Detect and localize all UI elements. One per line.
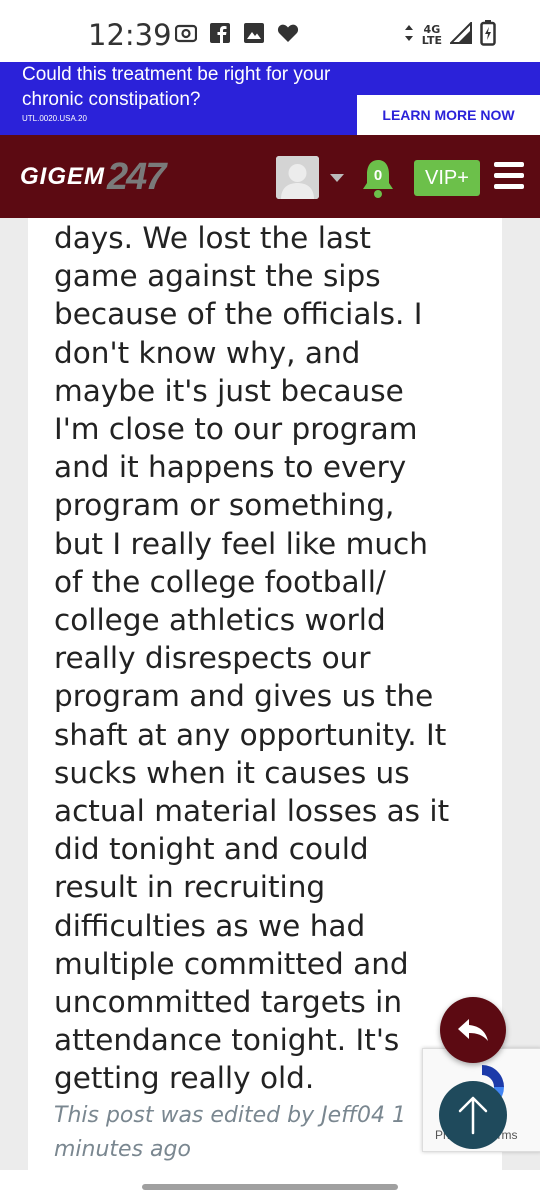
notifications-bell-icon[interactable]: 0 <box>360 157 396 201</box>
network-sub-label: LTE <box>421 34 442 47</box>
site-logo[interactable]: GIGEM 247 <box>20 155 166 198</box>
ad-cta-button[interactable]: LEARN MORE NOW <box>357 95 540 135</box>
hamburger-menu-icon[interactable] <box>494 162 524 190</box>
post-body: days. We lost the last game against the … <box>54 221 450 1096</box>
status-icons-left <box>175 22 299 44</box>
reply-icon <box>458 1019 488 1041</box>
heart-icon <box>277 22 299 44</box>
home-gesture-pill[interactable] <box>142 1184 398 1190</box>
chevron-down-icon[interactable] <box>330 174 344 182</box>
ad-headline[interactable]: Could this treatment be right for your c… <box>22 62 367 112</box>
arrow-up-icon <box>458 1096 488 1135</box>
reply-button[interactable] <box>440 997 506 1063</box>
site-header: GIGEM 247 0 VIP+ <box>0 135 540 218</box>
logo-text: GIGEM <box>20 163 106 190</box>
status-time: 12:39 <box>88 18 172 52</box>
logo-number: 247 <box>107 155 166 198</box>
network-type: 4G LTE <box>422 24 442 46</box>
camera-icon <box>175 22 197 44</box>
ad-code: UTL.0020.USA.20 <box>22 114 87 123</box>
ad-banner[interactable]: Could this treatment be right for your c… <box>0 62 540 135</box>
status-icons-right: 4G LTE <box>404 20 496 50</box>
post-edited-note: This post was edited by Jeff04 1 minutes… <box>54 1103 406 1162</box>
image-icon <box>243 22 265 44</box>
notification-count: 0 <box>373 167 383 184</box>
signal-icon <box>448 20 472 48</box>
scroll-top-button[interactable] <box>439 1081 507 1149</box>
battery-charging-icon <box>480 20 496 50</box>
status-bar: 12:39 4G LTE <box>0 0 540 64</box>
vip-button[interactable]: VIP+ <box>414 160 480 196</box>
facebook-icon <box>209 22 231 44</box>
data-arrows-icon <box>404 23 414 47</box>
avatar[interactable] <box>276 156 319 199</box>
